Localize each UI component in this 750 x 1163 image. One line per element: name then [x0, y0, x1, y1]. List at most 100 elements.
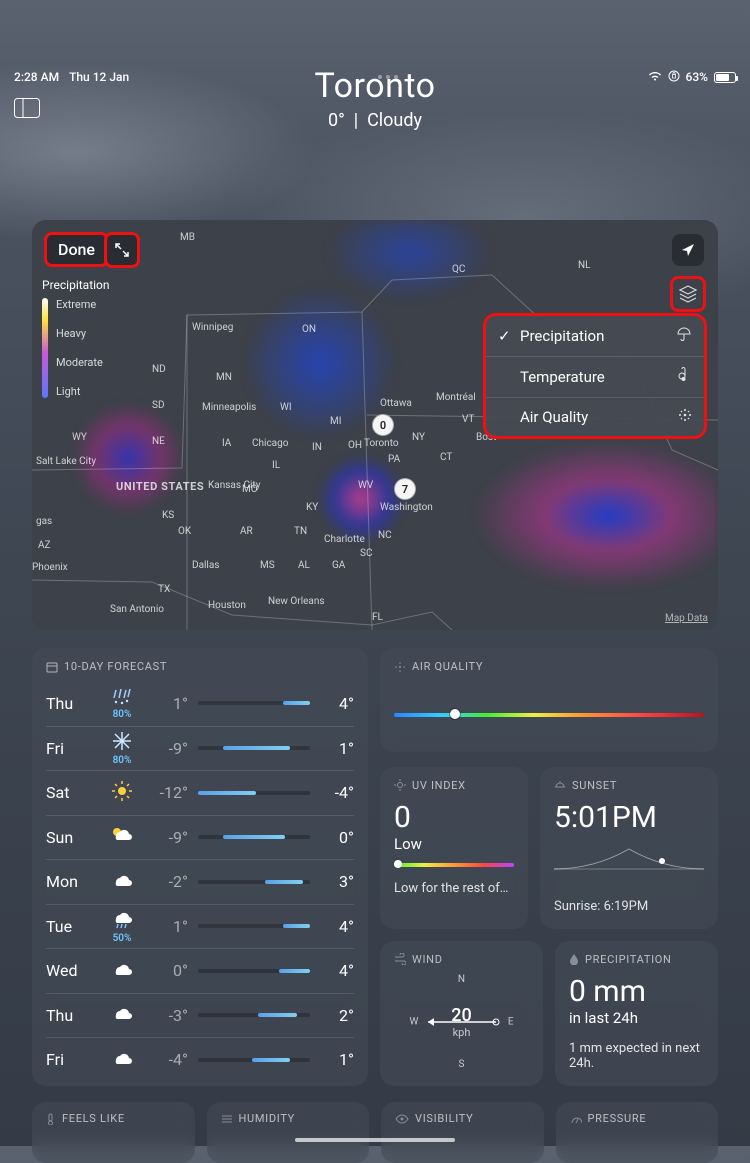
forecast-day: Thu — [46, 1006, 98, 1025]
forecast-row[interactable]: Wed 0° 4° — [46, 948, 354, 993]
battery-pct: 63% — [686, 70, 708, 84]
feels-like-tile[interactable]: FEELS LIKE — [32, 1102, 195, 1163]
humidity-tile[interactable]: HUMIDITY — [207, 1102, 370, 1163]
sidebar-toggle-button[interactable] — [14, 98, 40, 118]
layers-icon — [678, 284, 698, 304]
dots-icon — [394, 661, 406, 673]
expand-button[interactable] — [106, 234, 138, 266]
sunset-tile[interactable]: SUNSET 5:01PM Sunrise: 6:19PM — [540, 767, 718, 929]
forecast-range-bar — [198, 969, 310, 973]
radar-map-card[interactable]: MB QC NL Winnipeg ON ND MN SD Minneapoli… — [32, 220, 718, 630]
wind-compass: NSEW 20kph — [402, 974, 522, 1070]
layer-item-air-quality[interactable]: Air Quality — [486, 398, 704, 436]
forecast-low: 1° — [146, 694, 188, 713]
weather-icon — [98, 871, 146, 893]
forecast-day: Fri — [46, 1050, 98, 1069]
forecast-low: -3° — [146, 1006, 188, 1025]
forecast-row[interactable]: Tue50%1° 4° — [46, 904, 354, 949]
forecast-low: 0° — [146, 961, 188, 980]
home-indicator[interactable] — [295, 1138, 455, 1142]
forecast-high: -4° — [320, 783, 354, 802]
forecast-high: 4° — [320, 961, 354, 980]
legend-panel: Precipitation Extreme Heavy Moderate Lig… — [42, 278, 152, 398]
locate-button[interactable] — [672, 234, 704, 266]
forecast-day: Thu — [46, 694, 98, 713]
forecast-row[interactable]: Sun-9°0° — [46, 815, 354, 860]
forecast-row[interactable]: Mon-2°3° — [46, 859, 354, 904]
forecast-low: -9° — [146, 739, 188, 758]
forecast-range-bar — [198, 880, 310, 884]
forecast-tile[interactable]: 10-DAY FORECAST Thu80%1°4°Fri80%-9°1°Sat… — [32, 648, 368, 1086]
precipitation-tile[interactable]: PRECIPITATION 0 mm in last 24h 1 mm expe… — [555, 941, 718, 1086]
legend-gradient — [42, 298, 48, 398]
forecast-range-bar — [198, 746, 310, 750]
forecast-day: Fri — [46, 739, 98, 758]
layers-button[interactable] — [672, 278, 704, 310]
forecast-day: Tue — [46, 917, 98, 936]
forecast-row[interactable]: Thu-3°2° — [46, 993, 354, 1038]
layer-menu[interactable]: ✓Precipitation Temperature Air Quality — [486, 316, 704, 436]
map-data-link[interactable]: Map Data — [665, 613, 708, 624]
forecast-row[interactable]: Fri-4°1° — [46, 1037, 354, 1082]
weather-icon — [98, 960, 146, 982]
weather-icon: 50% — [98, 908, 146, 944]
forecast-high: 4° — [320, 917, 354, 936]
forecast-row[interactable]: Thu80%1°4° — [46, 681, 354, 726]
battery-icon — [714, 72, 736, 83]
layer-item-precipitation[interactable]: ✓Precipitation — [486, 316, 704, 357]
eye-icon — [395, 1114, 409, 1124]
status-bar: 2:28 AM Thu 12 Jan 63% — [0, 66, 750, 88]
city-conditions: 0° | Cloudy — [0, 110, 750, 131]
multitask-dots[interactable] — [378, 75, 398, 79]
thermometer-icon — [46, 1113, 56, 1125]
weather-icon — [98, 825, 146, 849]
forecast-day: Sun — [46, 828, 98, 847]
uv-index-tile[interactable]: UV INDEX 0 Low Low for the rest of… — [380, 767, 528, 929]
map-pin-washington[interactable]: 7 — [394, 478, 416, 500]
map-pin-toronto[interactable]: 0 — [372, 414, 394, 436]
sunset-icon — [554, 779, 566, 791]
dots-grid-icon — [678, 408, 692, 426]
forecast-day: Sat — [46, 783, 98, 802]
forecast-row[interactable]: Sat -12° -4° — [46, 770, 354, 815]
visibility-tile[interactable]: VISIBILITY — [381, 1102, 544, 1163]
umbrella-icon — [676, 326, 692, 346]
calendar-icon — [46, 661, 58, 673]
legend-title: Precipitation — [42, 278, 152, 292]
wifi-icon — [648, 70, 662, 84]
thermometer-icon — [678, 367, 692, 387]
forecast-day: Mon — [46, 872, 98, 891]
weather-icon: 80% — [98, 686, 146, 720]
forecast-low: 1° — [146, 917, 188, 936]
air-quality-tile[interactable]: AIR QUALITY — [380, 648, 718, 752]
weather-icon — [98, 1049, 146, 1071]
forecast-range-bar — [198, 924, 310, 928]
wind-arrow-icon — [402, 974, 522, 1070]
location-arrow-icon — [680, 242, 696, 258]
forecast-low: -2° — [146, 872, 188, 891]
weather-icon — [98, 1004, 146, 1026]
status-time: 2:28 AM — [14, 70, 59, 84]
layer-item-temperature[interactable]: Temperature — [486, 357, 704, 398]
expand-icon — [114, 242, 130, 258]
aq-gradient-bar — [394, 713, 704, 717]
done-button[interactable]: Done — [46, 234, 107, 265]
humidity-icon — [221, 1114, 233, 1124]
forecast-low: -4° — [146, 1050, 188, 1069]
forecast-range-bar — [198, 791, 310, 795]
forecast-range-bar — [198, 835, 310, 839]
sun-icon — [394, 779, 406, 791]
forecast-row[interactable]: Fri80%-9°1° — [46, 726, 354, 771]
gauge-icon — [570, 1113, 582, 1125]
checkmark-icon: ✓ — [498, 327, 512, 345]
uv-gradient-bar — [394, 863, 514, 867]
forecast-low: -12° — [146, 783, 188, 802]
drop-icon — [569, 953, 579, 965]
sun-curve — [554, 841, 704, 881]
forecast-header: 10-DAY FORECAST — [64, 660, 167, 673]
wind-tile[interactable]: WIND NSEW 20kph — [380, 941, 543, 1086]
wind-icon — [394, 953, 406, 965]
forecast-day: Wed — [46, 961, 98, 980]
pressure-tile[interactable]: PRESSURE — [556, 1102, 719, 1163]
orientation-lock-icon — [668, 70, 680, 85]
